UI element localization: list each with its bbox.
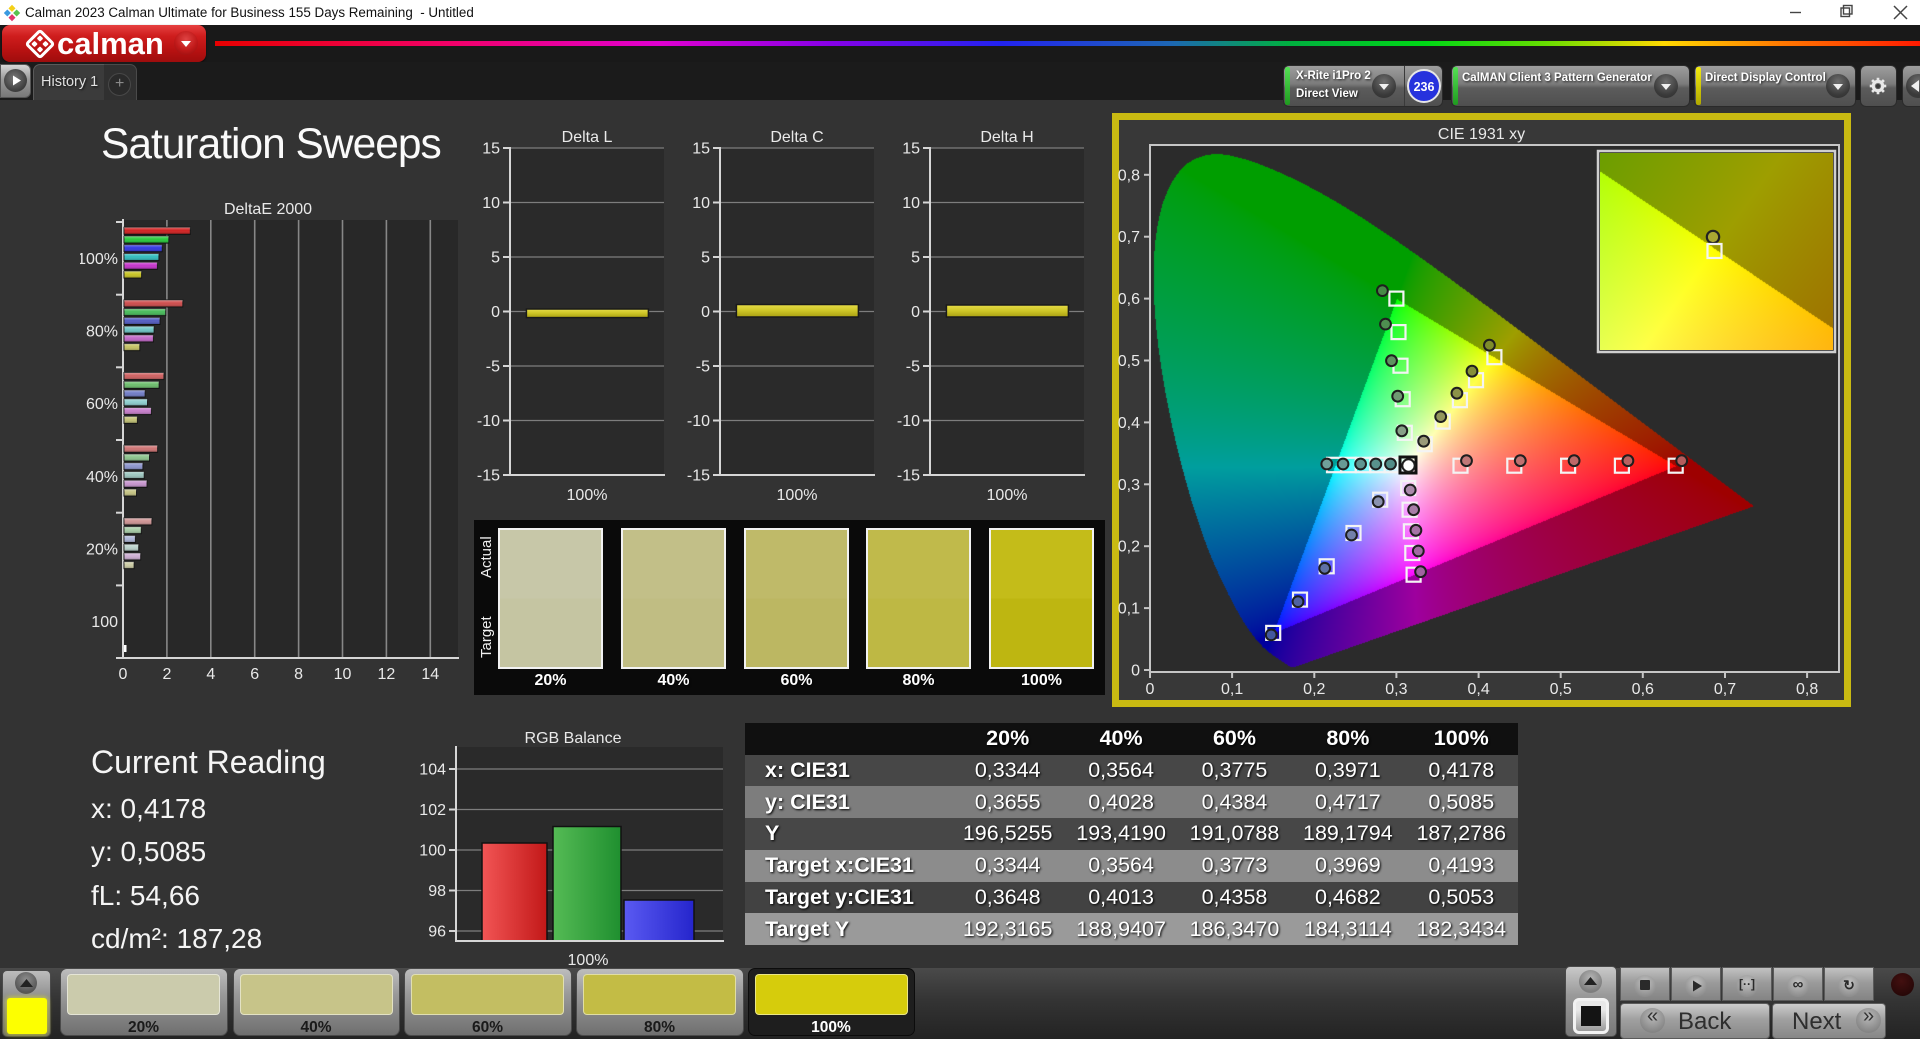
svg-text:6: 6 <box>250 666 259 683</box>
svg-text:0,4: 0,4 <box>1467 681 1489 698</box>
svg-text:DeltaE 2000: DeltaE 2000 <box>224 201 312 218</box>
svg-text:0,2: 0,2 <box>1303 681 1325 698</box>
svg-text:10: 10 <box>482 195 500 212</box>
svg-text:0,5: 0,5 <box>1118 353 1140 370</box>
svg-text:0: 0 <box>701 304 710 321</box>
svg-text:100%: 100% <box>80 251 118 268</box>
svg-text:-10: -10 <box>477 413 500 430</box>
svg-text:0,2: 0,2 <box>1118 539 1140 556</box>
svg-text:100%: 100% <box>987 487 1028 504</box>
svg-text:96: 96 <box>428 924 446 941</box>
svg-text:100: 100 <box>91 614 118 631</box>
svg-text:0,4: 0,4 <box>1118 415 1140 432</box>
svg-text:100%: 100% <box>777 487 818 504</box>
svg-text:0,6: 0,6 <box>1632 681 1654 698</box>
svg-text:-15: -15 <box>477 468 500 485</box>
svg-text:10: 10 <box>334 666 352 683</box>
svg-text:0: 0 <box>119 666 128 683</box>
svg-text:0,1: 0,1 <box>1221 681 1243 698</box>
svg-text:RGB Balance: RGB Balance <box>525 730 622 747</box>
svg-text:20%: 20% <box>86 542 118 559</box>
svg-text:0,3: 0,3 <box>1385 681 1407 698</box>
svg-text:12: 12 <box>378 666 396 683</box>
svg-text:104: 104 <box>420 762 446 779</box>
svg-text:-15: -15 <box>897 468 920 485</box>
svg-text:Delta L: Delta L <box>562 129 613 146</box>
svg-text:Delta C: Delta C <box>770 129 823 146</box>
svg-text:-5: -5 <box>906 359 920 376</box>
svg-text:5: 5 <box>701 250 710 267</box>
svg-text:0: 0 <box>1131 663 1140 680</box>
svg-text:102: 102 <box>420 802 446 819</box>
svg-text:10: 10 <box>902 195 920 212</box>
svg-text:100%: 100% <box>568 952 609 969</box>
svg-text:0: 0 <box>1146 681 1155 698</box>
svg-text:14: 14 <box>421 666 439 683</box>
svg-text:0,8: 0,8 <box>1796 681 1818 698</box>
svg-text:2: 2 <box>162 666 171 683</box>
svg-text:0,1: 0,1 <box>1118 601 1140 618</box>
svg-text:0,8: 0,8 <box>1118 167 1140 184</box>
svg-text:100: 100 <box>420 843 446 860</box>
svg-text:98: 98 <box>428 883 446 900</box>
svg-text:0,5: 0,5 <box>1550 681 1572 698</box>
svg-text:0,3: 0,3 <box>1118 477 1140 494</box>
svg-text:8: 8 <box>294 666 303 683</box>
svg-text:-10: -10 <box>687 413 710 430</box>
svg-text:15: 15 <box>692 141 710 158</box>
svg-text:-15: -15 <box>687 468 710 485</box>
svg-text:80%: 80% <box>86 324 118 341</box>
svg-text:100%: 100% <box>567 487 608 504</box>
svg-text:10: 10 <box>692 195 710 212</box>
svg-text:0,7: 0,7 <box>1118 229 1140 246</box>
svg-text:15: 15 <box>482 141 500 158</box>
svg-text:-10: -10 <box>897 413 920 430</box>
svg-text:5: 5 <box>491 250 500 267</box>
svg-text:0: 0 <box>911 304 920 321</box>
svg-text:Delta H: Delta H <box>980 129 1033 146</box>
svg-text:0,6: 0,6 <box>1118 291 1140 308</box>
svg-text:40%: 40% <box>86 469 118 486</box>
svg-text:-5: -5 <box>696 359 710 376</box>
svg-text:0,7: 0,7 <box>1714 681 1736 698</box>
svg-text:60%: 60% <box>86 396 118 413</box>
svg-text:15: 15 <box>902 141 920 158</box>
svg-text:-5: -5 <box>486 359 500 376</box>
svg-text:0: 0 <box>491 304 500 321</box>
svg-text:4: 4 <box>206 666 215 683</box>
svg-text:5: 5 <box>911 250 920 267</box>
